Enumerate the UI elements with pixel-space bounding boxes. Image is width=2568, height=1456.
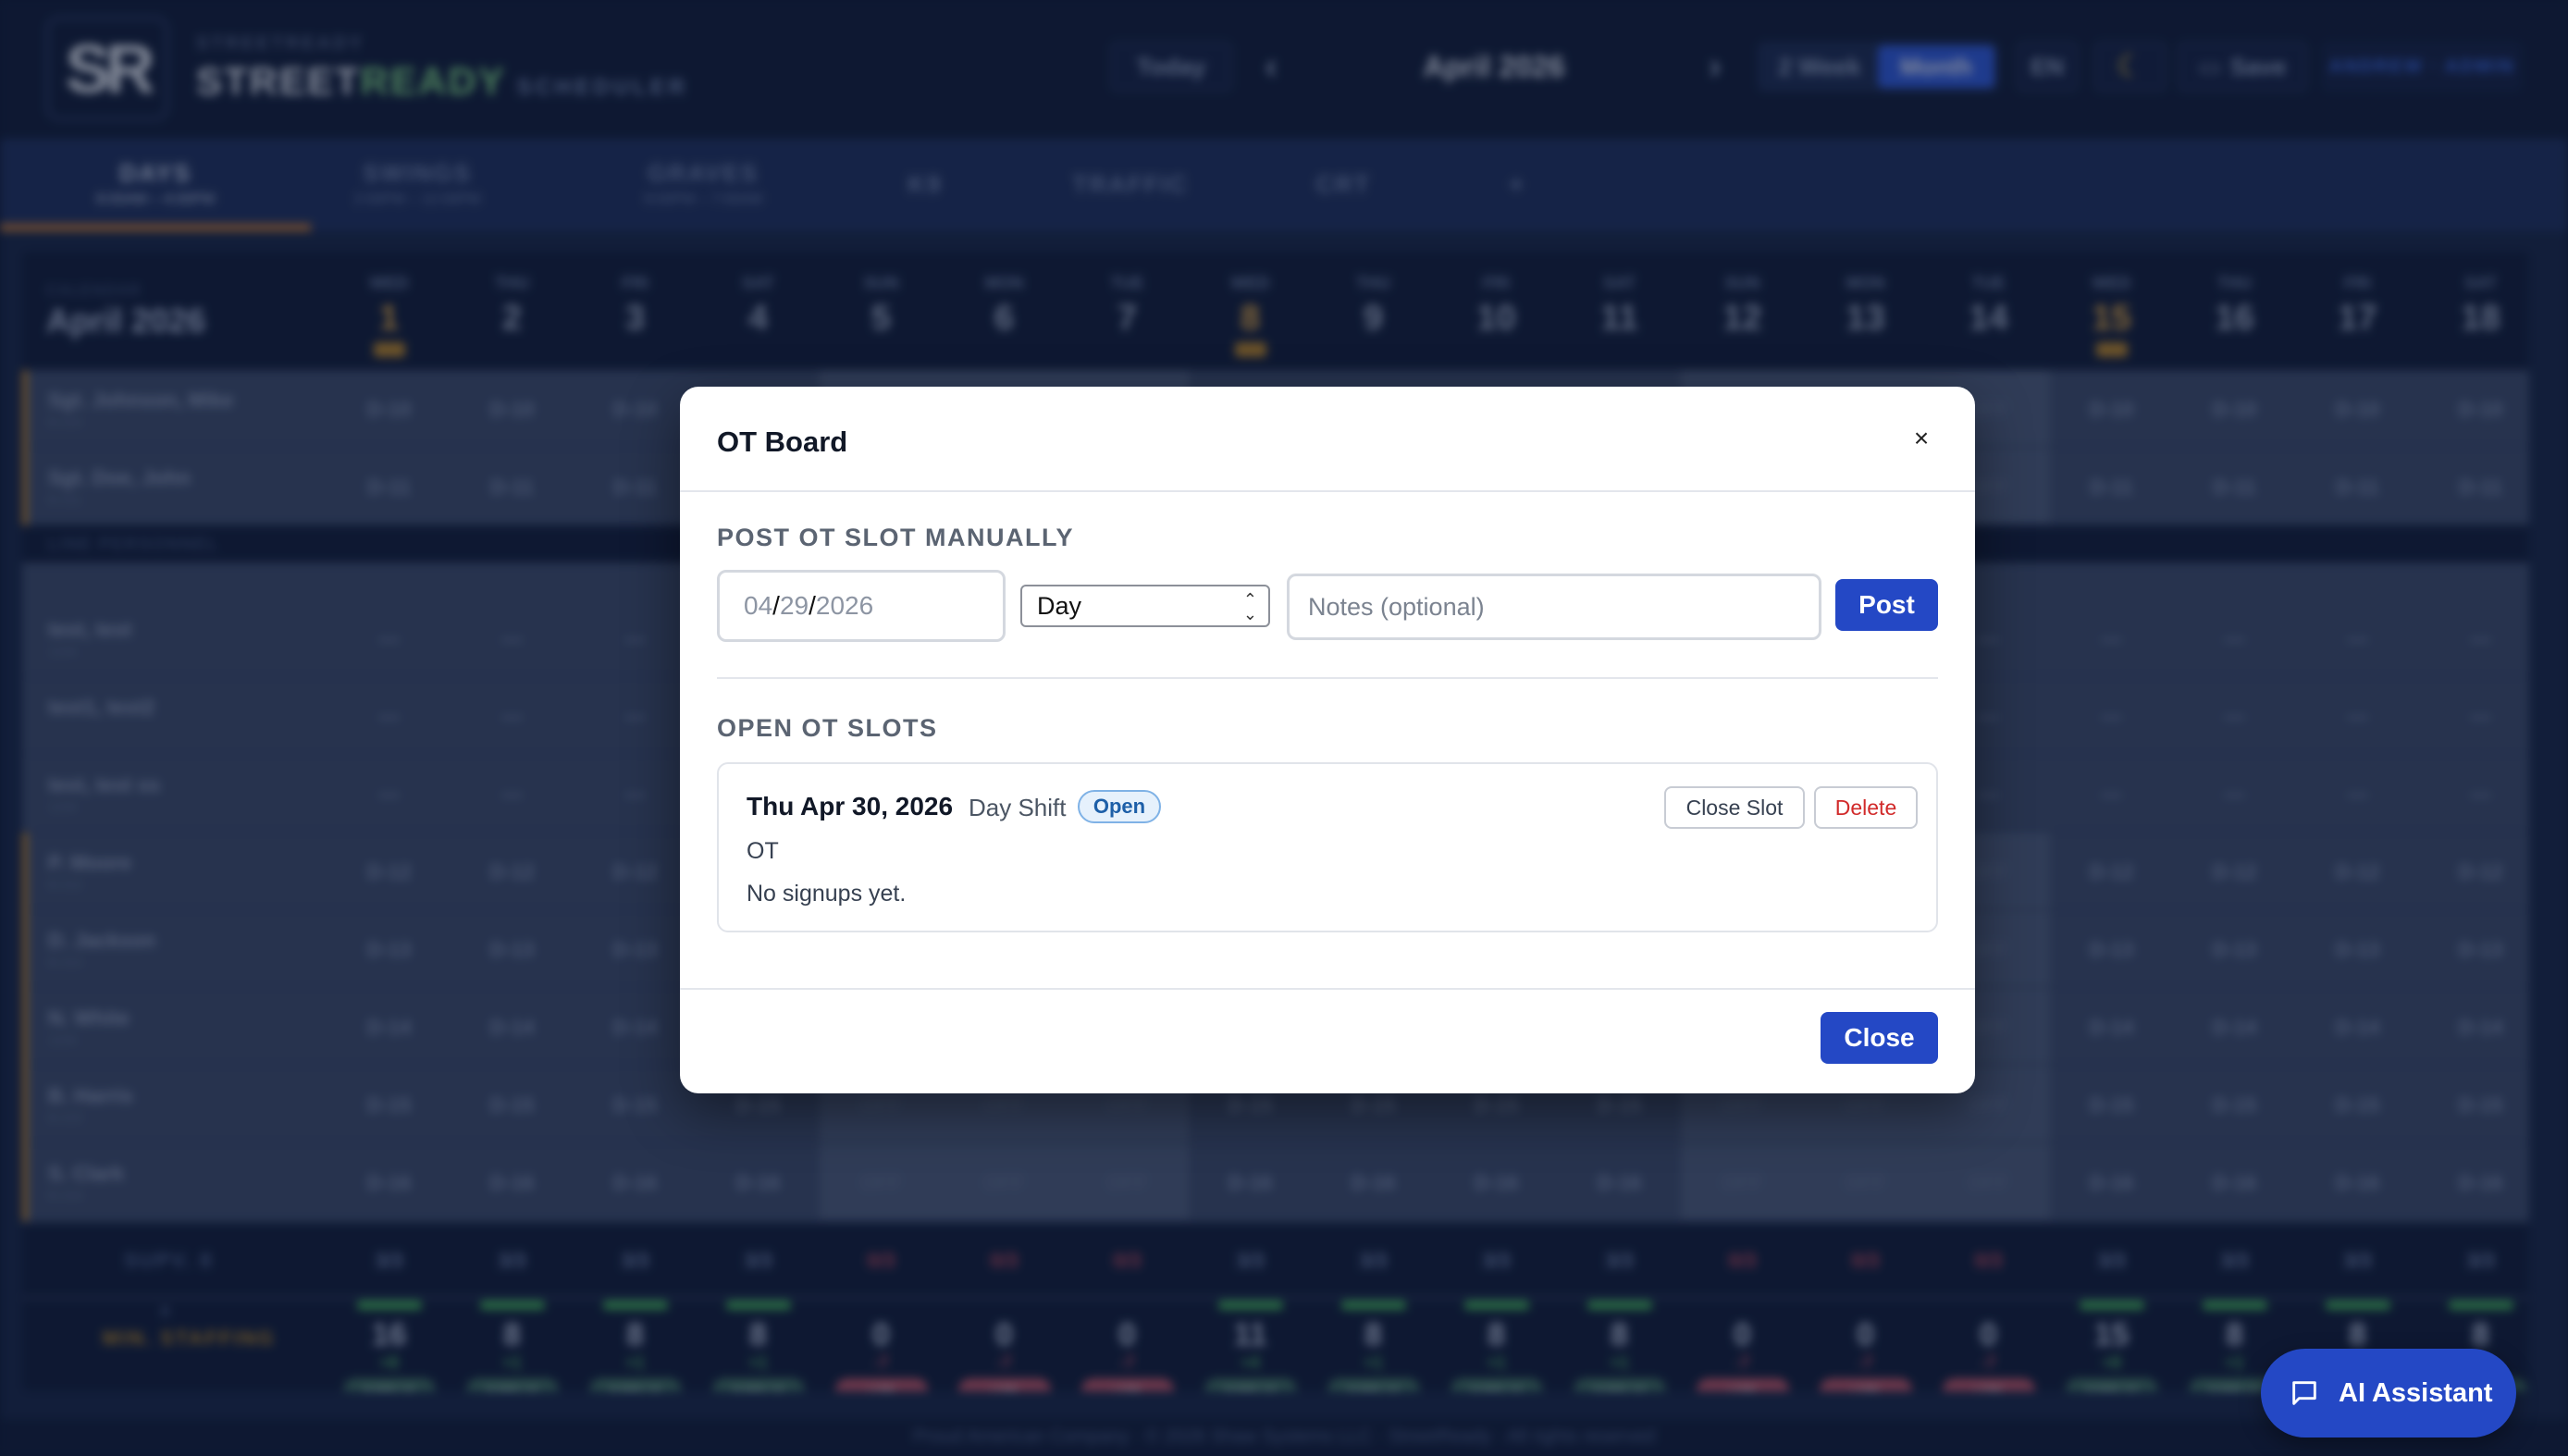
- close-slot-button[interactable]: Close Slot: [1664, 786, 1805, 829]
- section-divider: [717, 677, 1938, 679]
- date-separator: /: [772, 591, 780, 620]
- shift-select-value: Day: [1037, 591, 1082, 620]
- modal-header: OT Board ×: [680, 387, 1975, 492]
- slot-type: OT: [747, 838, 779, 864]
- modal-footer-divider: [680, 988, 1975, 990]
- updown-chevron-icon: ⌃ ⌄: [1242, 590, 1257, 623]
- close-icon[interactable]: ×: [1901, 418, 1942, 459]
- ot-board-modal: OT Board × POST OT SLOT MANUALLY 04/29/2…: [680, 387, 1975, 1093]
- date-separator: /: [809, 591, 816, 620]
- date-input[interactable]: 04/29/2026: [717, 570, 1006, 642]
- notes-input[interactable]: Notes (optional): [1287, 574, 1821, 640]
- ai-assistant-label: AI Assistant: [2339, 1377, 2493, 1408]
- ai-assistant-button[interactable]: AI Assistant: [2261, 1349, 2516, 1437]
- slot-signups: No signups yet.: [747, 881, 907, 907]
- open-ot-section-title: OPEN OT SLOTS: [717, 714, 938, 742]
- notes-placeholder: Notes (optional): [1308, 592, 1485, 621]
- slot-date: Thu Apr 30, 2026: [747, 792, 954, 821]
- delete-slot-button[interactable]: Delete: [1814, 786, 1918, 829]
- shift-select[interactable]: Day ⌃ ⌄: [1020, 585, 1270, 627]
- chat-bubble-icon: [2292, 1381, 2316, 1405]
- close-modal-button[interactable]: Close: [1821, 1012, 1938, 1064]
- date-day: 29: [779, 591, 809, 620]
- date-month: 04: [744, 591, 773, 620]
- post-button[interactable]: Post: [1835, 579, 1938, 631]
- modal-title: OT Board: [717, 426, 848, 458]
- date-year: 2026: [815, 591, 874, 620]
- ot-slot-card: Thu Apr 30, 2026 Day Shift Open OT No si…: [717, 762, 1938, 932]
- status-badge: Open: [1078, 790, 1161, 823]
- slot-shift: Day Shift: [969, 794, 1067, 821]
- post-ot-section-title: POST OT SLOT MANUALLY: [717, 524, 1075, 551]
